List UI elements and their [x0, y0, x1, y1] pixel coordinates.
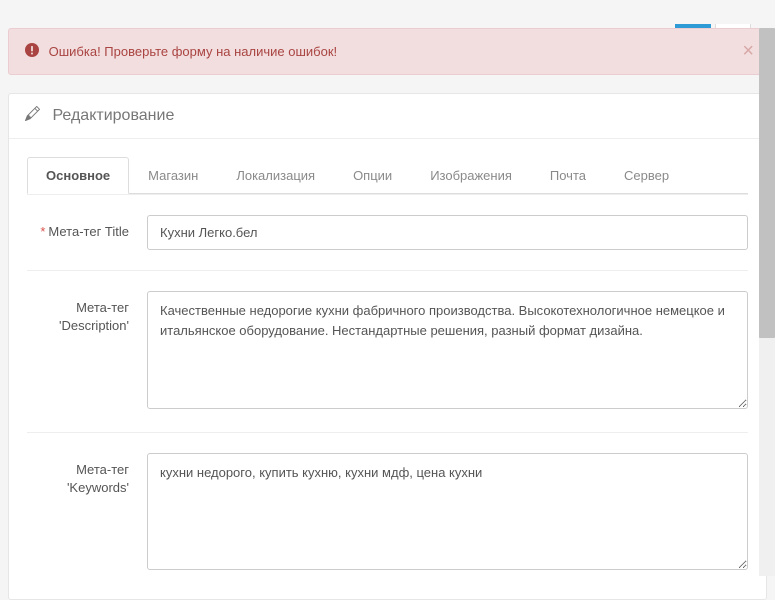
- tab-options[interactable]: Опции: [334, 157, 411, 194]
- required-marker: *: [40, 224, 45, 239]
- tab-main[interactable]: Основное: [27, 157, 129, 194]
- edit-panel: Редактирование Основное Магазин Локализа…: [8, 93, 767, 600]
- tabs: Основное Магазин Локализация Опции Изобр…: [27, 157, 748, 194]
- form-row-meta-title: *Мета-тег Title: [27, 194, 748, 270]
- scrollbar-thumb[interactable]: [759, 28, 775, 338]
- label-meta-title: *Мета-тег Title: [27, 215, 147, 241]
- pencil-icon: [25, 106, 40, 126]
- form-row-meta-description: Мета-тег 'Description': [27, 270, 748, 432]
- form-row-meta-keywords: Мета-тег 'Keywords': [27, 432, 748, 594]
- meta-keywords-textarea[interactable]: [147, 453, 748, 571]
- label-meta-keywords: Мета-тег 'Keywords': [27, 453, 147, 497]
- tab-mail[interactable]: Почта: [531, 157, 605, 194]
- tab-server[interactable]: Сервер: [605, 157, 688, 194]
- meta-description-textarea[interactable]: [147, 291, 748, 409]
- tab-store[interactable]: Магазин: [129, 157, 217, 194]
- tab-localization[interactable]: Локализация: [217, 157, 334, 194]
- panel-title: Редактирование: [52, 107, 174, 124]
- panel-heading: Редактирование: [9, 94, 766, 139]
- meta-title-input[interactable]: [147, 215, 748, 250]
- tab-images[interactable]: Изображения: [411, 157, 531, 194]
- alert-close-button[interactable]: ×: [742, 41, 754, 61]
- label-meta-description: Мета-тег 'Description': [27, 291, 147, 335]
- exclamation-circle-icon: [25, 43, 39, 60]
- error-alert: Ошибка! Проверьте форму на наличие ошибо…: [8, 28, 767, 75]
- alert-text: Ошибка! Проверьте форму на наличие ошибо…: [49, 44, 338, 59]
- scrollbar-track[interactable]: [759, 28, 775, 576]
